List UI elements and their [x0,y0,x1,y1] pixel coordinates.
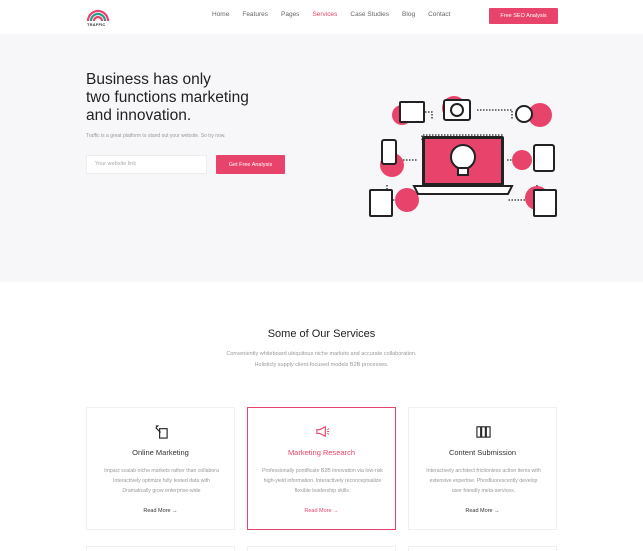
card-title: Online Marketing [132,448,189,457]
read-more-label: Read More [304,508,332,514]
arrow-right-icon: → [333,508,339,514]
read-more-label: Read More [465,508,493,514]
read-more-link[interactable]: Read More → [409,508,556,514]
nav-case-studies[interactable]: Case Studies [350,11,389,18]
nav-services[interactable]: Services [312,11,337,18]
card-text-line-2: Interactively optimize fully tested data… [113,478,210,484]
service-card-online-marketing[interactable]: Online Marketing Impact scalab niche mar… [86,407,235,530]
hero-title-line-3: and innovation. [86,107,192,124]
next-card-row [86,546,558,551]
card-text-line-3: user friendly meta-services. [451,488,516,494]
megaphone-icon [316,425,330,438]
marketing-icon [155,425,168,439]
read-more-label: Read More [143,508,171,514]
nav-pages[interactable]: Pages [281,11,299,18]
hero-title-line-1: Business has only [86,71,211,88]
card-edge [86,546,235,551]
website-link-input[interactable]: Your website link [86,155,207,174]
card-text-line-3: Dramatically grow enterprise-wide [122,488,201,494]
nav-contact[interactable]: Contact [428,11,450,18]
card-text-line-1: Professionally pontificate B2B innovatio… [262,468,383,474]
folders-icon [476,426,491,438]
get-free-analysis-button[interactable]: Get Free Analysis [216,155,285,174]
card-edge [247,546,396,551]
read-more-link[interactable]: Read More → [87,508,234,514]
navbar: TRAFFIC Home Features Pages Services Cas… [0,0,643,34]
read-more-link[interactable]: Read More → [248,508,395,514]
nav-features[interactable]: Features [242,11,268,18]
nav-blog[interactable]: Blog [402,11,415,18]
card-text-line-1: Impact scalab niche markets rather than … [104,468,219,474]
card-text-line-1: Interactively architect frictionless act… [426,468,541,474]
hero-subtitle: Traffic is a great platform to stand out… [86,133,226,139]
arrow-right-icon: → [494,508,500,514]
card-text: Interactively architect frictionless act… [417,466,550,496]
card-title: Marketing Research [287,448,356,457]
service-card-marketing-research[interactable]: Marketing Research Professionally pontif… [247,407,396,530]
computer-network-illustration [369,96,557,217]
nav-home[interactable]: Home [212,11,229,18]
card-text-line-2: extensive expertise. Phosfluorescently d… [429,478,538,484]
services-description: Conveniently whiteboard ubiquitous niche… [0,349,643,371]
services-desc-line-2: Holisticly supply client-focused models … [254,362,389,368]
logo-text: TRAFFIC [87,22,106,27]
hero-title: Business has only two functions marketin… [86,71,286,125]
free-seo-analysis-button[interactable]: Free SEO Analysis [489,8,558,24]
services-desc-line-1: Conveniently whiteboard ubiquitous niche… [226,351,417,357]
card-text: Professionally pontificate B2B innovatio… [256,466,389,496]
hero-title-line-2: two functions marketing [86,89,249,106]
arrow-right-icon: → [172,508,178,514]
card-text: Impact scalab niche markets rather than … [95,466,228,496]
service-card-content-submission[interactable]: Content Submission Interactively archite… [408,407,557,530]
card-title: Content Submission [448,448,517,457]
card-edge [408,546,557,551]
card-text-line-2: high-yield information. Interactively re… [263,478,382,484]
main-menu: Home Features Pages Services Case Studie… [212,11,463,18]
card-text-line-3: flexible leadership skills. [294,488,351,494]
services-heading: Some of Our Services [267,328,376,340]
